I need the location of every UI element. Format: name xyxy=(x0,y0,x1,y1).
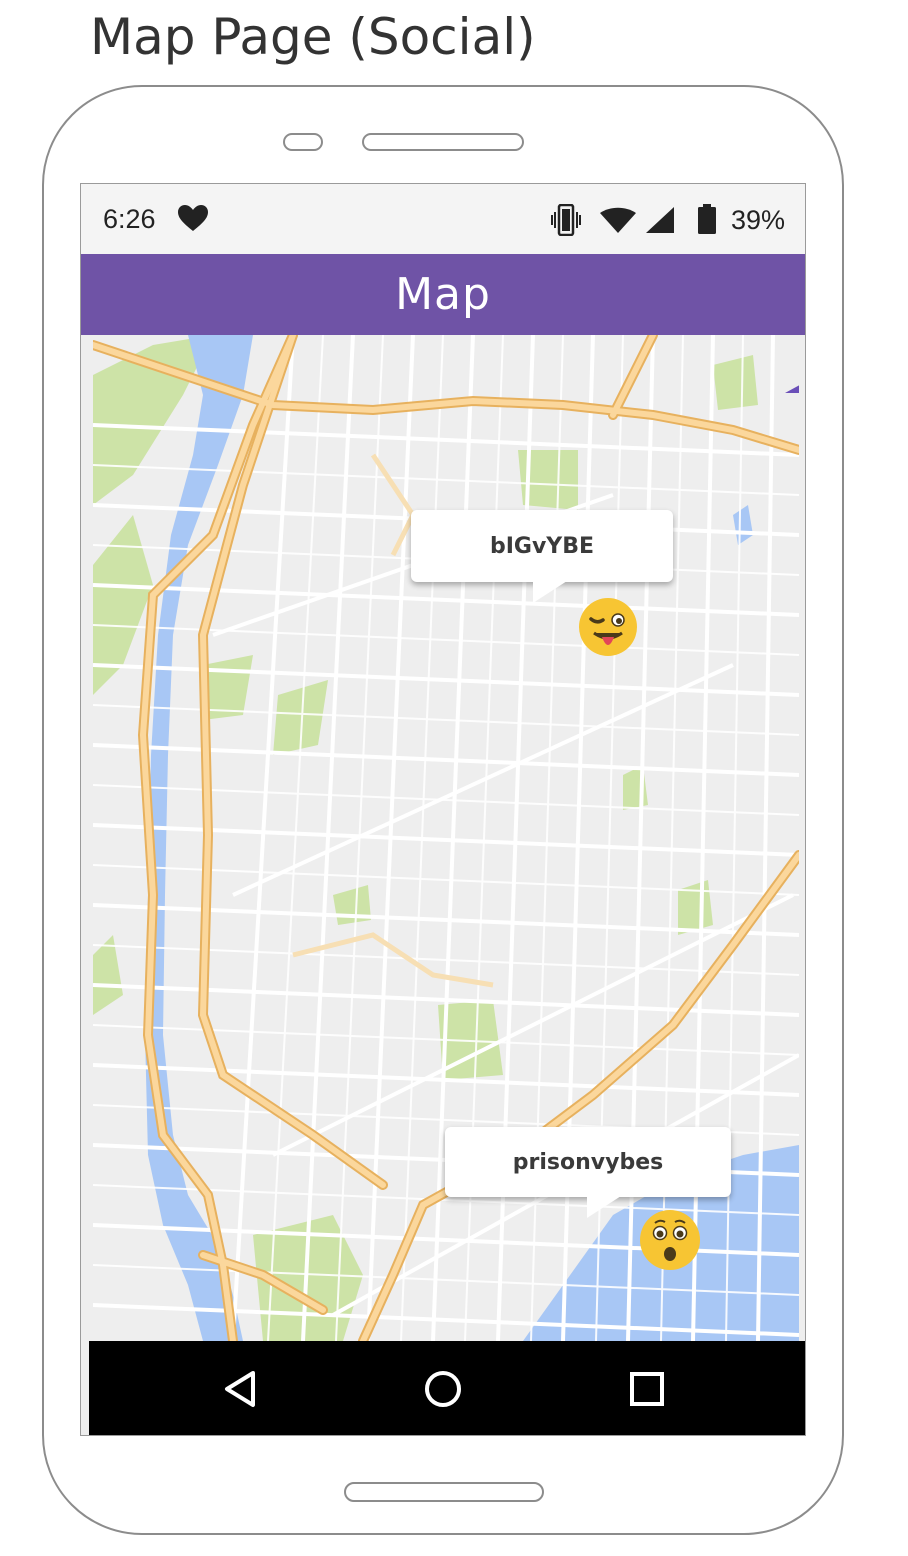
home-icon[interactable] xyxy=(423,1369,463,1414)
back-icon[interactable] xyxy=(223,1369,257,1414)
callout-tail xyxy=(587,1196,621,1218)
recents-icon[interactable] xyxy=(629,1369,665,1414)
username-label: bIGvYBE xyxy=(489,533,595,559)
wifi-icon xyxy=(599,207,637,238)
app-bar: Map xyxy=(81,254,805,335)
vibrate-icon xyxy=(551,203,581,241)
battery-percent: 39% xyxy=(731,205,786,235)
phone-screen: 6:26 39% Map bIGvYBE prisonvybes xyxy=(80,183,806,1436)
front-camera xyxy=(283,133,323,151)
heart-icon xyxy=(177,204,209,237)
callout-tail xyxy=(533,581,567,603)
map-view[interactable]: bIGvYBE prisonvybes xyxy=(93,335,799,1341)
earpiece-speaker xyxy=(362,133,524,151)
user-callout[interactable]: prisonvybes xyxy=(445,1127,731,1197)
page-title: Map Page (Social) xyxy=(90,8,536,66)
user-callout[interactable]: bIGvYBE xyxy=(411,510,673,582)
signal-icon xyxy=(645,206,675,239)
battery-icon xyxy=(697,204,717,239)
navigation-bar xyxy=(89,1341,805,1435)
status-bar: 6:26 39% xyxy=(81,184,805,254)
username-label: prisonvybes xyxy=(512,1149,664,1175)
status-time: 6:26 xyxy=(103,204,156,234)
home-indicator xyxy=(344,1482,544,1502)
app-bar-title: Map xyxy=(395,269,491,320)
